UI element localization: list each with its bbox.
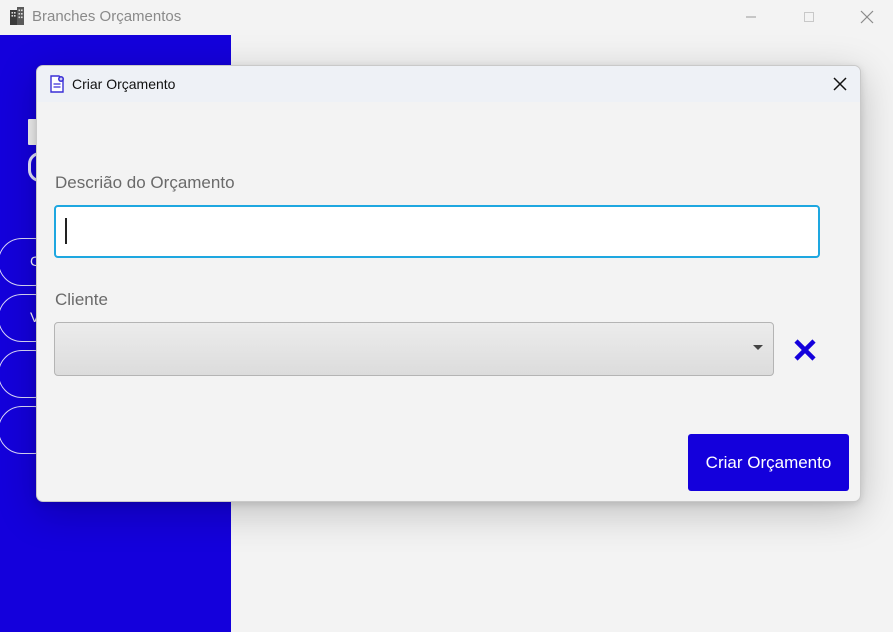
minimize-button[interactable] [728, 0, 774, 34]
window-title-bar: Branches Orçamentos [0, 0, 893, 34]
window-close-button[interactable] [844, 0, 890, 34]
minimize-icon [746, 16, 756, 18]
maximize-button[interactable] [786, 0, 832, 34]
description-label: Descrião do Orçamento [55, 173, 235, 192]
text-caret [65, 218, 67, 244]
create-budget-button[interactable]: Criar Orçamento [688, 434, 849, 491]
x-mark-icon[interactable] [791, 336, 819, 364]
dialog-title: Criar Orçamento [72, 76, 176, 92]
close-icon [833, 77, 847, 91]
create-budget-dialog: Criar Orçamento Descrião do Orçamento Cl… [36, 65, 861, 502]
client-select[interactable] [54, 322, 774, 376]
app-window: Branches Orçamentos C V [0, 0, 893, 632]
dialog-title-bar: Criar Orçamento [37, 66, 860, 102]
document-icon [50, 75, 64, 93]
close-icon [860, 10, 874, 24]
dialog-close-button[interactable] [827, 72, 853, 96]
description-input[interactable] [54, 205, 820, 258]
maximize-icon [804, 12, 814, 22]
building-icon [10, 7, 24, 25]
chevron-down-icon [753, 345, 763, 350]
window-title: Branches Orçamentos [32, 8, 182, 25]
client-label: Cliente [55, 290, 108, 309]
